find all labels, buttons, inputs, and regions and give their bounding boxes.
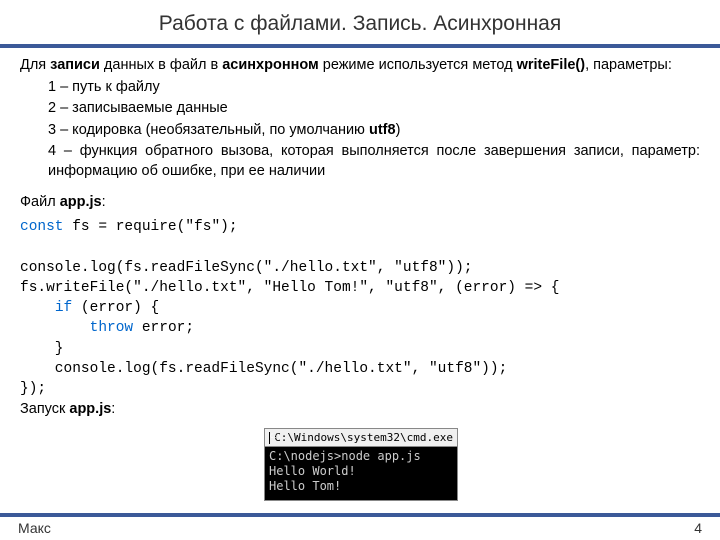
kw-const: const [20, 219, 64, 235]
run-label: Запуск app.js: [20, 400, 700, 420]
t: error; [133, 320, 194, 336]
t: ) [396, 122, 401, 138]
terminal-titlebar: C:\Windows\system32\cmd.exe [265, 429, 457, 447]
param-2: 2 – записываемые данные [48, 99, 700, 119]
file-label: Файл app.js: [20, 193, 700, 213]
t: Для [20, 57, 50, 73]
kw-throw: throw [90, 320, 134, 336]
bold-utf8: utf8 [369, 122, 396, 138]
bold-zapisi: записи [50, 57, 100, 73]
content-area: Для записи данных в файл в асинхронном р… [0, 48, 720, 419]
t: fs = require("fs"); [64, 219, 238, 235]
intro-text: Для записи данных в файл в асинхронном р… [20, 56, 700, 76]
bold-appjs: app.js [60, 194, 102, 210]
t: 3 – кодировка (необязательный, по умолча… [48, 122, 369, 138]
kw-if: if [55, 300, 72, 316]
pad [20, 320, 90, 336]
code-line: fs.writeFile("./hello.txt", "Hello Tom!"… [20, 280, 560, 296]
params-list: 1 – путь к файлу 2 – записываемые данные… [20, 78, 700, 182]
bold-async: асинхронном [222, 57, 319, 73]
bold-appjs2: app.js [69, 401, 111, 417]
param-1: 1 – путь к файлу [48, 78, 700, 98]
code-line: console.log(fs.readFileSync("./hello.txt… [20, 260, 472, 276]
t: : [111, 401, 115, 417]
t: Файл [20, 194, 60, 210]
footer-page: 4 [694, 520, 702, 536]
t: Запуск [20, 401, 69, 417]
code-line: } [20, 341, 64, 357]
footer: Макс 4 [0, 513, 720, 540]
cmd-icon [269, 432, 270, 444]
pad [20, 300, 55, 316]
t: , параметры: [585, 57, 672, 73]
t: : [102, 194, 106, 210]
code-line: }); [20, 381, 46, 397]
t: режиме используется метод [319, 57, 517, 73]
t: (error) { [72, 300, 159, 316]
slide-title: Работа с файлами. Запись. Асинхронная [0, 0, 720, 44]
param-3: 3 – кодировка (необязательный, по умолча… [48, 121, 700, 141]
terminal-window: C:\Windows\system32\cmd.exe C:\nodejs>no… [264, 428, 458, 501]
footer-author: Макс [18, 520, 51, 536]
terminal-title-text: C:\Windows\system32\cmd.exe [274, 431, 453, 444]
bold-writefile: writeFile() [517, 57, 585, 73]
terminal-body: C:\nodejs>node app.js Hello World! Hello… [265, 447, 457, 500]
t: данных в файл в [100, 57, 222, 73]
code-block: const fs = require("fs"); console.log(fs… [20, 217, 700, 400]
param-4: 4 – функция обратного вызова, которая вы… [48, 142, 700, 181]
code-line: console.log(fs.readFileSync("./hello.txt… [20, 361, 507, 377]
